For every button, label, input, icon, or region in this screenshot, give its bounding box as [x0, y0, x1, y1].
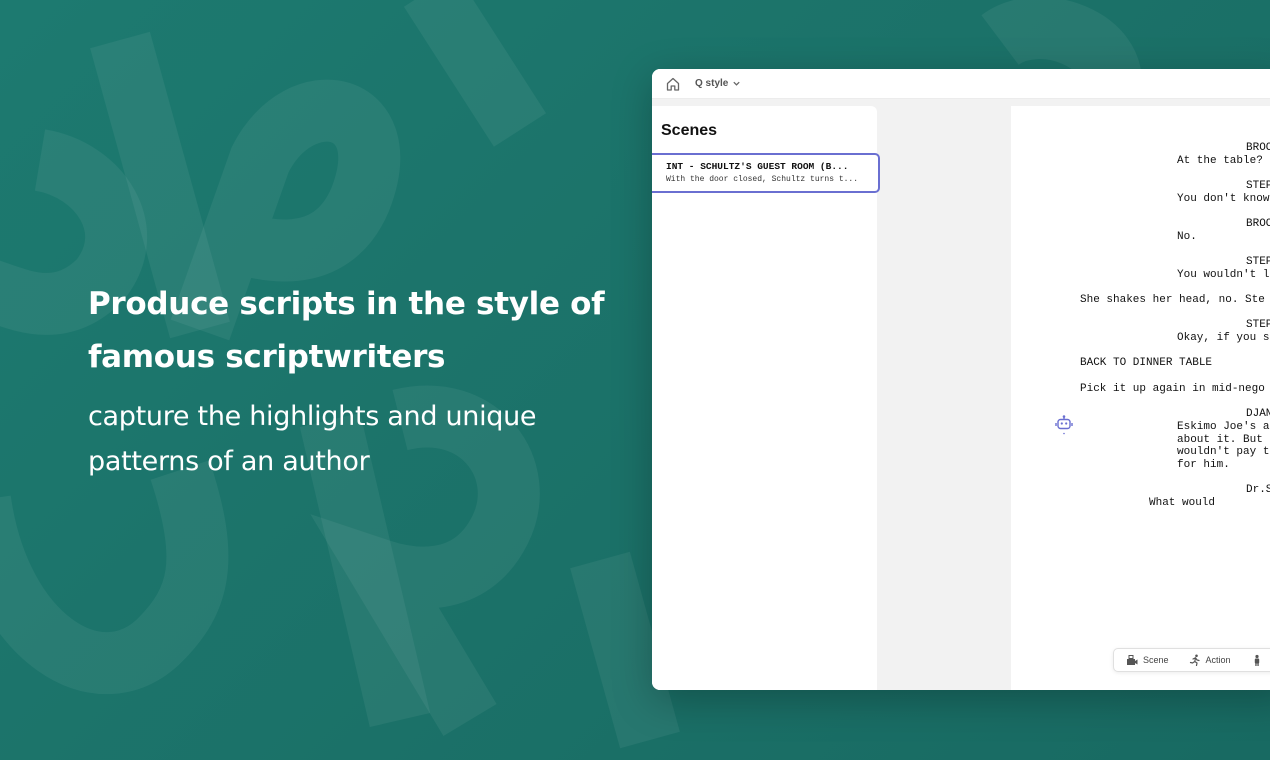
dialogue-line: At the table? [1177, 155, 1263, 167]
action-line: Pick it up again in mid-nego [1080, 383, 1265, 395]
scenes-panel: Scenes INT - SCHULTZ'S GUEST ROOM (B... … [652, 106, 880, 690]
dialogue-line: What would [1149, 497, 1216, 509]
dialogue-line: for him. [1177, 459, 1230, 471]
hero-text: Produce scripts in the style of famous s… [88, 278, 608, 484]
project-name: Q style [695, 78, 729, 89]
home-icon[interactable] [665, 76, 681, 92]
character-button[interactable] [1251, 654, 1268, 666]
project-dropdown[interactable]: Q style [695, 78, 741, 89]
person-icon [1254, 654, 1259, 666]
robot-icon[interactable] [1055, 415, 1073, 435]
scene-icon [1127, 655, 1138, 665]
top-bar: Q style [652, 69, 1270, 99]
dialogue-line: Eskimo Joe's a [1177, 421, 1270, 433]
character-cue: BROO [1246, 142, 1270, 154]
chevron-down-icon [733, 81, 741, 86]
character-cue: Dr.S [1246, 484, 1270, 496]
element-toolbar: Scene Action [1113, 648, 1270, 672]
scene-heading: INT - SCHULTZ'S GUEST ROOM (B... [666, 161, 849, 172]
character-cue: BROO [1246, 218, 1270, 230]
character-cue: DJAN [1246, 408, 1270, 420]
dialogue-line: Okay, if you s [1177, 332, 1270, 344]
dialogue-line: No. [1177, 231, 1197, 243]
character-cue: STEP [1246, 256, 1270, 268]
app-window: Q style Scenes INT - SCHULTZ'S GUEST ROO… [652, 69, 1270, 690]
dialogue-line: You wouldn't l [1177, 269, 1270, 281]
hero-headline: Produce scripts in the style of famous s… [88, 286, 605, 375]
action-line: She shakes her head, no. Ste [1080, 294, 1265, 306]
scene-description: With the door closed, Schultz turns t... [666, 175, 859, 184]
scene-button-label: Scene [1143, 655, 1169, 665]
script-page[interactable]: BROO At the table? STEP You don't know B… [1011, 106, 1270, 690]
hero-subheadline: capture the highlights and unique patter… [88, 401, 537, 477]
running-person-icon [1189, 654, 1200, 666]
character-cue: STEP [1246, 319, 1270, 331]
scenes-title: Scenes [661, 122, 718, 139]
scene-heading-line: BACK TO DINNER TABLE [1080, 357, 1213, 369]
dialogue-line: You don't know [1177, 193, 1270, 205]
dialogue-line: wouldn't pay t [1177, 446, 1270, 458]
scene-card[interactable]: INT - SCHULTZ'S GUEST ROOM (B... With th… [652, 153, 880, 193]
script-editor[interactable]: BROO At the table? STEP You don't know B… [1011, 106, 1270, 690]
action-button-label: Action [1205, 655, 1231, 665]
character-cue: STEP [1246, 180, 1270, 192]
action-button[interactable]: Action [1189, 654, 1231, 666]
dialogue-line: about it. But [1177, 434, 1263, 446]
scene-button[interactable]: Scene [1126, 654, 1169, 666]
